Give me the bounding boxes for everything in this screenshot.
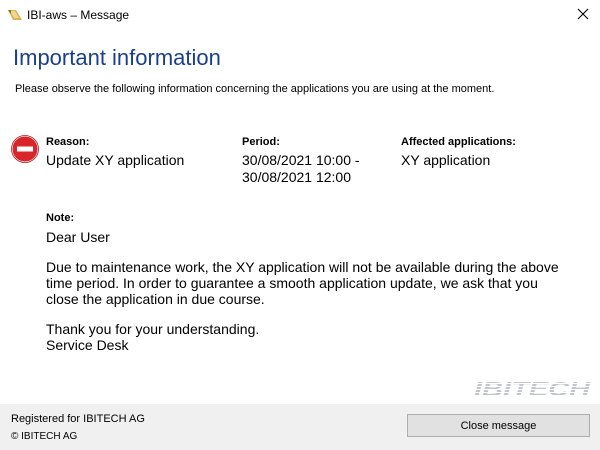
page-title: Important information xyxy=(13,45,221,70)
close-message-button[interactable]: Close message xyxy=(407,414,590,437)
affected-applications-label: Affected applications: xyxy=(401,136,516,148)
ibi-aws-app-icon xyxy=(8,10,22,20)
note-closing: Thank you for your understanding. Servic… xyxy=(46,321,260,353)
reason-value: Update XY application xyxy=(46,152,185,168)
period-label: Period: xyxy=(242,136,280,148)
note-body: Dear User Due to maintenance work, the X… xyxy=(46,229,566,367)
close-icon[interactable] xyxy=(575,6,591,22)
window-title: IBI-aws – Message xyxy=(27,8,130,22)
logo-text: IBITECH xyxy=(474,379,591,400)
reason-label: Reason: xyxy=(46,136,90,148)
intro-text: Please observe the following information… xyxy=(15,83,495,95)
registered-text: Registered for IBITECH AG xyxy=(11,413,145,425)
period-start: 30/08/2021 10:00 - xyxy=(242,152,360,168)
copyright-text: © IBITECH AG xyxy=(11,431,78,442)
title-bar: IBI-aws – Message xyxy=(0,0,600,30)
stop-icon xyxy=(11,135,39,163)
footer: Registered for IBITECH AG © IBITECH AG C… xyxy=(0,404,600,450)
affected-applications-value: XY application xyxy=(401,152,491,168)
note-paragraph: Due to maintenance work, the XY applicat… xyxy=(46,259,559,307)
ibitech-logo: IBITECH xyxy=(474,379,591,400)
note-label: Note: xyxy=(46,212,75,224)
period-end: 30/08/2021 12:00 xyxy=(242,169,351,185)
note-greeting: Dear User xyxy=(46,229,110,245)
